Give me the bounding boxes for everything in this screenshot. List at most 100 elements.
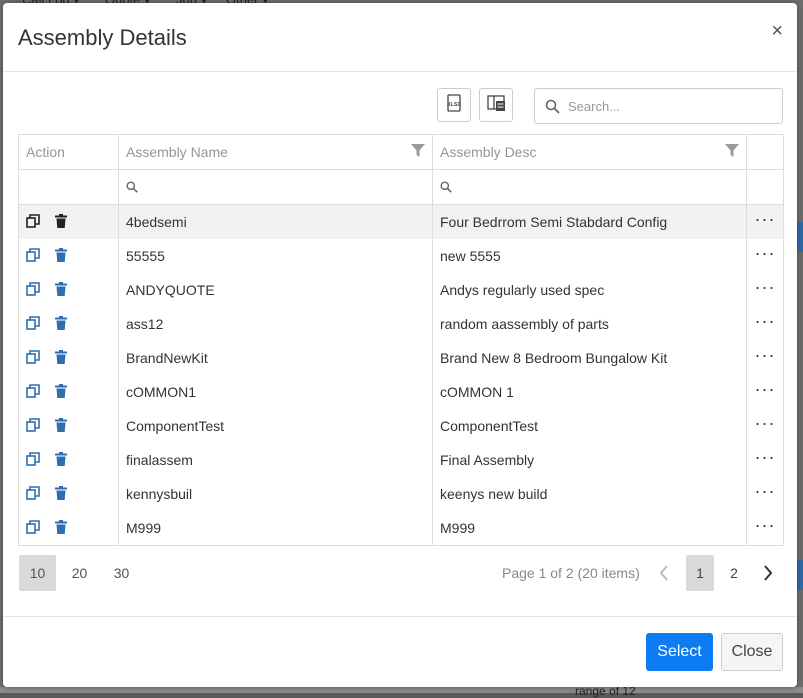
- copy-icon[interactable]: [26, 350, 42, 366]
- table-row[interactable]: cOMMON1 cOMMON 1 ···: [19, 375, 783, 409]
- row-more-cell: ···: [747, 409, 783, 443]
- filter-cell-more: [747, 170, 783, 204]
- row-actions: [19, 307, 119, 341]
- row-more-cell: ···: [747, 443, 783, 477]
- copy-icon[interactable]: [26, 248, 42, 264]
- chevron-left-icon: [659, 565, 669, 581]
- grid-filter-row: [19, 170, 783, 205]
- row-actions: [19, 443, 119, 477]
- filter-cell-assembly-name[interactable]: [119, 170, 433, 204]
- select-button[interactable]: Select: [646, 633, 713, 671]
- copy-icon[interactable]: [26, 418, 42, 434]
- assembly-desc-cell: M999: [433, 511, 747, 545]
- chevron-right-icon: [763, 565, 773, 581]
- column-header-assembly-name[interactable]: Assembly Name: [119, 135, 433, 169]
- dialog-header: Assembly Details ×: [3, 3, 797, 72]
- copy-icon[interactable]: [26, 486, 42, 502]
- table-row[interactable]: finalassem Final Assembly ···: [19, 443, 783, 477]
- column-header-action[interactable]: Action: [19, 135, 119, 169]
- trash-icon[interactable]: [54, 452, 70, 468]
- svg-text:XLSX: XLSX: [447, 102, 462, 108]
- dialog-title: Assembly Details: [18, 25, 187, 50]
- page-size-20[interactable]: 20: [61, 555, 98, 591]
- more-options-icon[interactable]: ···: [755, 414, 776, 434]
- column-header-assembly-desc[interactable]: Assembly Desc: [433, 135, 747, 169]
- trash-icon[interactable]: [54, 384, 70, 400]
- search-icon: [126, 181, 138, 193]
- row-actions: [19, 239, 119, 273]
- table-row[interactable]: ComponentTest ComponentTest ···: [19, 409, 783, 443]
- more-options-icon[interactable]: ···: [755, 346, 776, 366]
- background-accent: [797, 222, 803, 252]
- trash-icon[interactable]: [54, 248, 70, 264]
- assembly-desc-cell: new 5555: [433, 239, 747, 273]
- column-chooser-icon: [487, 94, 505, 117]
- grid-header-row: Action Assembly Name Assembly Desc: [19, 135, 783, 170]
- trash-icon[interactable]: [54, 350, 70, 366]
- copy-icon[interactable]: [26, 282, 42, 298]
- prev-page-button[interactable]: [650, 555, 678, 591]
- search-icon: [440, 181, 452, 193]
- row-more-cell: ···: [747, 477, 783, 511]
- more-options-icon[interactable]: ···: [755, 312, 776, 332]
- more-options-icon[interactable]: ···: [755, 210, 776, 230]
- column-chooser-button[interactable]: [479, 88, 513, 122]
- trash-icon[interactable]: [54, 418, 70, 434]
- row-actions: [19, 273, 119, 307]
- export-xlsx-button[interactable]: XLSX: [437, 88, 471, 122]
- page-info: Page 1 of 2 (20 items): [502, 565, 640, 581]
- copy-icon[interactable]: [26, 316, 42, 332]
- copy-icon[interactable]: [26, 214, 42, 230]
- page-button-1[interactable]: 1: [686, 555, 714, 591]
- next-page-button[interactable]: [754, 555, 782, 591]
- trash-icon[interactable]: [54, 316, 70, 332]
- row-more-cell: ···: [747, 205, 783, 239]
- assembly-desc-cell: Final Assembly: [433, 443, 747, 477]
- assembly-desc-cell: Andys regularly used spec: [433, 273, 747, 307]
- table-row[interactable]: M999 M999 ···: [19, 511, 783, 545]
- assembly-name-cell: ass12: [119, 307, 433, 341]
- search-input[interactable]: [566, 97, 770, 115]
- table-row[interactable]: 4bedsemi Four Bedrrom Semi Stabdard Confi…: [19, 205, 783, 239]
- page-size-10[interactable]: 10: [19, 555, 56, 591]
- copy-icon[interactable]: [26, 520, 42, 536]
- trash-icon[interactable]: [54, 214, 70, 230]
- more-options-icon[interactable]: ···: [755, 244, 776, 264]
- more-options-icon[interactable]: ···: [755, 516, 776, 536]
- trash-icon[interactable]: [54, 486, 70, 502]
- copy-icon[interactable]: [26, 384, 42, 400]
- assembly-name-cell: 55555: [119, 239, 433, 273]
- more-options-icon[interactable]: ···: [755, 448, 776, 468]
- trash-icon[interactable]: [54, 282, 70, 298]
- assembly-name-cell: finalassem: [119, 443, 433, 477]
- column-header-label: Assembly Desc: [440, 144, 537, 160]
- filter-icon[interactable]: [411, 144, 425, 161]
- assembly-name-cell: kennysbuil: [119, 477, 433, 511]
- close-icon[interactable]: ×: [771, 21, 783, 41]
- copy-icon[interactable]: [26, 452, 42, 468]
- table-row[interactable]: ass12 random aassembly of parts ···: [19, 307, 783, 341]
- more-options-icon[interactable]: ···: [755, 482, 776, 502]
- assembly-name-cell: cOMMON1: [119, 375, 433, 409]
- search-icon: [545, 99, 560, 114]
- more-options-icon[interactable]: ···: [755, 278, 776, 298]
- page-size-30[interactable]: 30: [103, 555, 140, 591]
- table-row[interactable]: kennysbuil keenys new build ···: [19, 477, 783, 511]
- table-row[interactable]: ANDYQUOTE Andys regularly used spec ···: [19, 273, 783, 307]
- assembly-name-cell: ComponentTest: [119, 409, 433, 443]
- row-more-cell: ···: [747, 375, 783, 409]
- more-options-icon[interactable]: ···: [755, 380, 776, 400]
- close-button[interactable]: Close: [721, 633, 783, 671]
- assembly-desc-cell: cOMMON 1: [433, 375, 747, 409]
- page-button-2[interactable]: 2: [720, 555, 748, 591]
- filter-cell-assembly-desc[interactable]: [433, 170, 747, 204]
- column-header-label: Assembly Name: [126, 144, 228, 160]
- table-row[interactable]: BrandNewKit Brand New 8 Bedroom Bungalow …: [19, 341, 783, 375]
- filter-icon[interactable]: [725, 144, 739, 161]
- assembly-desc-cell: random aassembly of parts: [433, 307, 747, 341]
- table-row[interactable]: 55555 new 5555 ···: [19, 239, 783, 273]
- trash-icon[interactable]: [54, 520, 70, 536]
- background-footer: [0, 687, 803, 693]
- assembly-details-dialog: Assembly Details × XLSX Search... Action…: [3, 3, 797, 687]
- assembly-grid: Action Assembly Name Assembly Desc 4beds…: [18, 134, 784, 546]
